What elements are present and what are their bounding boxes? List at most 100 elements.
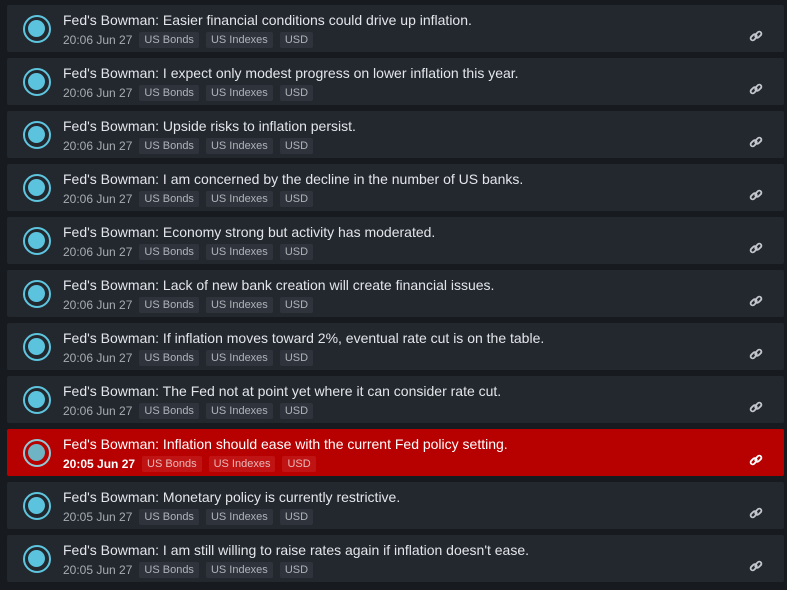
news-item-highlighted[interactable]: Fed's Bowman: Inflation should ease with…	[7, 429, 784, 476]
circle-status-icon	[23, 227, 51, 255]
news-tag[interactable]: USD	[282, 456, 316, 472]
news-tag[interactable]: US Bonds	[139, 297, 199, 313]
news-headline[interactable]: Fed's Bowman: Monetary policy is current…	[63, 489, 400, 505]
news-tag[interactable]: US Indexes	[205, 32, 273, 48]
news-tag[interactable]: USD	[279, 138, 314, 154]
news-tag[interactable]: USD	[279, 32, 314, 48]
news-timestamp: 20:06 Jun 27	[63, 192, 133, 206]
news-feed: Fed's Bowman: Easier financial condition…	[0, 0, 787, 590]
news-tag[interactable]: US Bonds	[142, 456, 202, 472]
news-tag[interactable]: US Indexes	[205, 191, 273, 207]
news-headline[interactable]: Fed's Bowman: The Fed not at point yet w…	[63, 383, 501, 399]
news-meta: 20:06 Jun 27 US Bonds US Indexes USD	[63, 244, 314, 260]
news-timestamp: 20:06 Jun 27	[63, 298, 133, 312]
link-icon[interactable]	[749, 188, 763, 202]
news-tag[interactable]: US Bonds	[139, 138, 199, 154]
news-timestamp: 20:06 Jun 27	[63, 86, 133, 100]
news-tag[interactable]: US Indexes	[205, 244, 273, 260]
link-icon[interactable]	[749, 347, 763, 361]
news-timestamp: 20:05 Jun 27	[63, 457, 136, 471]
link-icon[interactable]	[749, 241, 763, 255]
news-tag[interactable]: US Indexes	[205, 350, 273, 366]
news-tag[interactable]: USD	[279, 509, 314, 525]
news-timestamp: 20:06 Jun 27	[63, 404, 133, 418]
news-tag[interactable]: US Indexes	[208, 456, 276, 472]
news-timestamp: 20:05 Jun 27	[63, 510, 133, 524]
news-tag[interactable]: US Bonds	[139, 562, 199, 578]
link-icon[interactable]	[749, 453, 763, 467]
news-item[interactable]: Fed's Bowman: If inflation moves toward …	[7, 323, 784, 370]
news-tag[interactable]: US Bonds	[139, 509, 199, 525]
circle-status-icon	[23, 68, 51, 96]
news-item[interactable]: Fed's Bowman: Easier financial condition…	[7, 5, 784, 52]
news-meta: 20:06 Jun 27 US Bonds US Indexes USD	[63, 297, 314, 313]
news-headline[interactable]: Fed's Bowman: If inflation moves toward …	[63, 330, 544, 346]
link-icon[interactable]	[749, 135, 763, 149]
news-item[interactable]: Fed's Bowman: The Fed not at point yet w…	[7, 376, 784, 423]
news-meta: 20:05 Jun 27 US Bonds US Indexes USD	[63, 456, 316, 472]
news-tag[interactable]: US Bonds	[139, 350, 199, 366]
news-timestamp: 20:05 Jun 27	[63, 563, 133, 577]
news-tag[interactable]: US Bonds	[139, 32, 199, 48]
news-tag[interactable]: USD	[279, 85, 314, 101]
news-tag[interactable]: US Bonds	[139, 244, 199, 260]
news-meta: 20:06 Jun 27 US Bonds US Indexes USD	[63, 138, 314, 154]
news-meta: 20:06 Jun 27 US Bonds US Indexes USD	[63, 403, 314, 419]
news-item[interactable]: Fed's Bowman: Economy strong but activit…	[7, 217, 784, 264]
circle-status-icon	[23, 439, 51, 467]
news-tag[interactable]: USD	[279, 191, 314, 207]
news-meta: 20:05 Jun 27 US Bonds US Indexes USD	[63, 509, 314, 525]
news-headline[interactable]: Fed's Bowman: Lack of new bank creation …	[63, 277, 494, 293]
news-tag[interactable]: US Indexes	[205, 509, 273, 525]
news-tag[interactable]: USD	[279, 562, 314, 578]
news-item[interactable]: Fed's Bowman: I expect only modest progr…	[7, 58, 784, 105]
circle-status-icon	[23, 15, 51, 43]
news-item[interactable]: Fed's Bowman: Upside risks to inflation …	[7, 111, 784, 158]
news-item[interactable]: Fed's Bowman: Monetary policy is current…	[7, 482, 784, 529]
news-tag[interactable]: US Bonds	[139, 403, 199, 419]
news-item[interactable]: Fed's Bowman: Lack of new bank creation …	[7, 270, 784, 317]
news-headline[interactable]: Fed's Bowman: Easier financial condition…	[63, 12, 472, 28]
news-headline[interactable]: Fed's Bowman: Upside risks to inflation …	[63, 118, 356, 134]
news-meta: 20:05 Jun 27 US Bonds US Indexes USD	[63, 562, 314, 578]
circle-status-icon	[23, 121, 51, 149]
circle-status-icon	[23, 280, 51, 308]
news-headline[interactable]: Fed's Bowman: Economy strong but activit…	[63, 224, 435, 240]
news-headline[interactable]: Fed's Bowman: I expect only modest progr…	[63, 65, 519, 81]
news-tag[interactable]: US Bonds	[139, 191, 199, 207]
circle-status-icon	[23, 333, 51, 361]
link-icon[interactable]	[749, 400, 763, 414]
news-meta: 20:06 Jun 27 US Bonds US Indexes USD	[63, 85, 314, 101]
news-tag[interactable]: USD	[279, 403, 314, 419]
link-icon[interactable]	[749, 294, 763, 308]
link-icon[interactable]	[749, 82, 763, 96]
news-meta: 20:06 Jun 27 US Bonds US Indexes USD	[63, 191, 314, 207]
link-icon[interactable]	[749, 559, 763, 573]
circle-status-icon	[23, 492, 51, 520]
news-headline[interactable]: Fed's Bowman: Inflation should ease with…	[63, 436, 508, 452]
news-timestamp: 20:06 Jun 27	[63, 33, 133, 47]
news-tag[interactable]: US Indexes	[205, 138, 273, 154]
news-tag[interactable]: US Indexes	[205, 562, 273, 578]
news-tag[interactable]: US Indexes	[205, 297, 273, 313]
news-headline[interactable]: Fed's Bowman: I am still willing to rais…	[63, 542, 529, 558]
news-timestamp: 20:06 Jun 27	[63, 245, 133, 259]
link-icon[interactable]	[749, 29, 763, 43]
news-meta: 20:06 Jun 27 US Bonds US Indexes USD	[63, 32, 314, 48]
circle-status-icon	[23, 386, 51, 414]
link-icon[interactable]	[749, 506, 763, 520]
news-meta: 20:06 Jun 27 US Bonds US Indexes USD	[63, 350, 314, 366]
news-tag[interactable]: US Bonds	[139, 85, 199, 101]
news-tag[interactable]: US Indexes	[205, 403, 273, 419]
news-tag[interactable]: USD	[279, 297, 314, 313]
news-tag[interactable]: US Indexes	[205, 85, 273, 101]
news-tag[interactable]: USD	[279, 350, 314, 366]
circle-status-icon	[23, 545, 51, 573]
circle-status-icon	[23, 174, 51, 202]
news-item[interactable]: Fed's Bowman: I am still willing to rais…	[7, 535, 784, 582]
news-timestamp: 20:06 Jun 27	[63, 139, 133, 153]
news-tag[interactable]: USD	[279, 244, 314, 260]
news-timestamp: 20:06 Jun 27	[63, 351, 133, 365]
news-headline[interactable]: Fed's Bowman: I am concerned by the decl…	[63, 171, 523, 187]
news-item[interactable]: Fed's Bowman: I am concerned by the decl…	[7, 164, 784, 211]
